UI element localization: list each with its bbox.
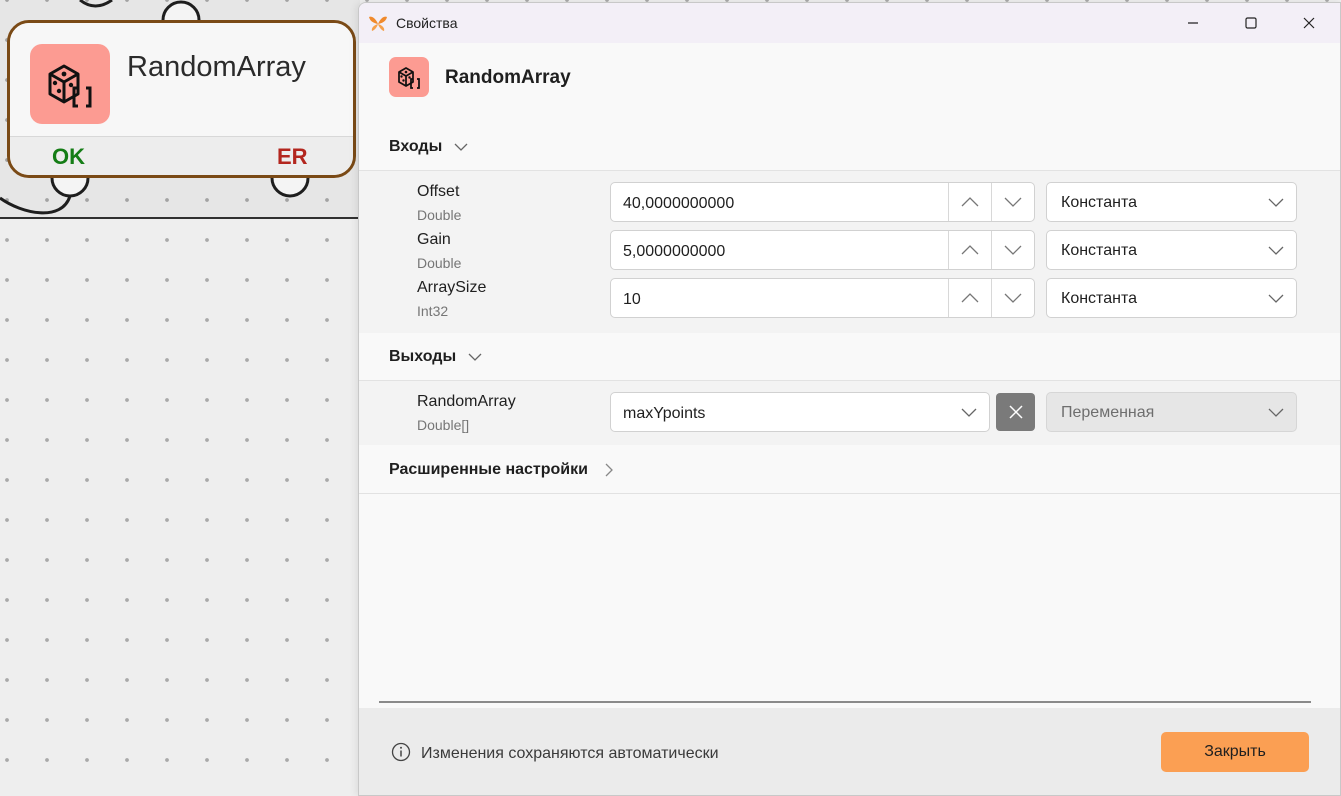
inputs-section-body: Offset Double 40,0000000000 Константа Ga… — [359, 171, 1340, 333]
chevron-down-icon — [1268, 294, 1284, 303]
minimize-icon — [1188, 22, 1198, 24]
outputs-section-body: RandomArray Double[] maxYpoints Переменн… — [359, 381, 1340, 445]
dice-array-icon — [30, 44, 110, 124]
dice-array-icon — [389, 57, 429, 97]
advanced-settings-toggle[interactable]: Расширенные настройки — [359, 446, 1340, 494]
window-title: Свойства — [396, 15, 458, 31]
node-header: RandomArray — [10, 23, 353, 136]
output-variable-select[interactable]: maxYpoints — [610, 392, 990, 432]
offset-value: 40,0000000000 — [623, 195, 735, 212]
offset-type: Double — [417, 207, 462, 223]
arraysize-name: ArraySize — [417, 279, 487, 296]
ok-port-label[interactable]: OK — [52, 144, 85, 170]
gain-input[interactable]: 5,0000000000 — [610, 230, 1035, 270]
chevron-down-icon — [1004, 197, 1022, 207]
arraysize-type: Int32 — [417, 303, 449, 319]
app-logo-icon — [369, 16, 387, 31]
dialog-header: RandomArray — [359, 43, 1340, 126]
chevron-up-icon — [961, 197, 979, 207]
chevron-right-icon — [604, 463, 614, 477]
random-array-node[interactable]: RandomArray OK ER — [7, 20, 356, 178]
header-title: RandomArray — [445, 67, 571, 88]
offset-name: Offset — [417, 183, 460, 200]
dialog-footer: Изменения сохраняются автоматически Закр… — [359, 708, 1340, 795]
gain-mode-value: Константа — [1061, 242, 1137, 259]
inputs-section-toggle[interactable]: Входы — [359, 123, 1340, 171]
output-mode-value: Переменная — [1061, 404, 1155, 421]
offset-increment-button[interactable] — [948, 183, 991, 221]
offset-mode-value: Константа — [1061, 194, 1137, 211]
clear-variable-button[interactable] — [996, 393, 1035, 431]
arraysize-decrement-button[interactable] — [991, 279, 1034, 317]
gain-mode-select[interactable]: Константа — [1046, 230, 1297, 270]
chevron-up-icon — [961, 245, 979, 255]
node-ports: OK ER — [10, 136, 353, 175]
chevron-down-icon — [1268, 408, 1284, 417]
er-port-label[interactable]: ER — [277, 144, 308, 170]
gain-name: Gain — [417, 231, 451, 248]
outputs-section-toggle[interactable]: Выходы — [359, 333, 1340, 381]
minimize-button[interactable] — [1164, 3, 1222, 43]
offset-decrement-button[interactable] — [991, 183, 1034, 221]
close-button[interactable]: Закрыть — [1161, 732, 1309, 772]
inputs-section-label: Входы — [389, 137, 443, 155]
gain-value: 5,0000000000 — [623, 243, 726, 260]
chevron-down-icon — [1004, 245, 1022, 255]
chevron-down-icon — [1004, 293, 1022, 303]
node-title: RandomArray — [127, 51, 306, 83]
chevron-up-icon — [961, 293, 979, 303]
close-window-button[interactable] — [1280, 3, 1338, 43]
gain-increment-button[interactable] — [948, 231, 991, 269]
autosave-info-text: Изменения сохраняются автоматически — [421, 745, 719, 762]
offset-mode-select[interactable]: Константа — [1046, 182, 1297, 222]
offset-input[interactable]: 40,0000000000 — [610, 182, 1035, 222]
arraysize-increment-button[interactable] — [948, 279, 991, 317]
close-icon — [1008, 405, 1023, 419]
properties-dialog: Свойства RandomArray Входы Offset Double… — [358, 2, 1341, 796]
advanced-settings-label: Расширенные настройки — [389, 460, 588, 478]
arraysize-input[interactable]: 10 — [610, 278, 1035, 318]
arraysize-value: 10 — [623, 291, 641, 308]
output-variable-value: maxYpoints — [623, 405, 706, 422]
outputs-section-label: Выходы — [389, 347, 457, 365]
randomarray-output-type: Double[] — [417, 417, 470, 433]
title-bar[interactable]: Свойства — [359, 3, 1340, 43]
output-mode-select: Переменная — [1046, 392, 1297, 432]
chevron-down-icon — [961, 408, 977, 417]
content-divider — [379, 701, 1311, 703]
arraysize-mode-select[interactable]: Константа — [1046, 278, 1297, 318]
maximize-button[interactable] — [1222, 3, 1280, 43]
info-icon — [391, 742, 411, 762]
gain-type: Double — [417, 255, 462, 271]
randomarray-output-name: RandomArray — [417, 393, 516, 410]
chevron-down-icon — [1268, 198, 1284, 207]
arraysize-mode-value: Константа — [1061, 290, 1137, 307]
maximize-icon — [1245, 17, 1257, 29]
gain-decrement-button[interactable] — [991, 231, 1034, 269]
chevron-down-icon — [1268, 246, 1284, 255]
close-icon — [1303, 17, 1315, 29]
chevron-down-icon — [454, 142, 468, 152]
chevron-down-icon — [468, 352, 482, 362]
